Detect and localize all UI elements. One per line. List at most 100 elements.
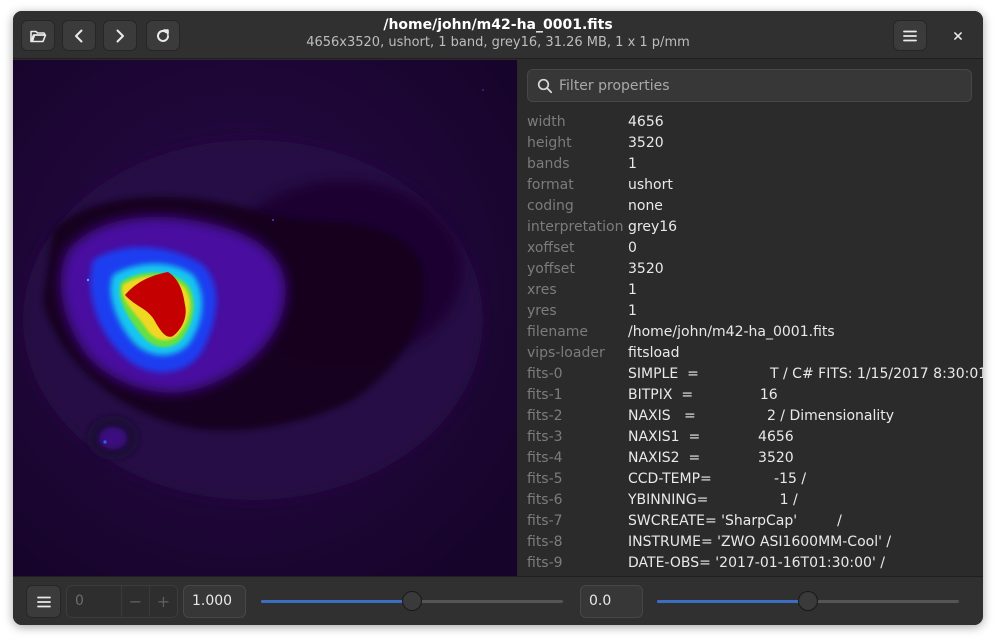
back-icon: [75, 29, 83, 42]
menu-icon: [36, 596, 51, 607]
page-increment-button[interactable]: +: [149, 586, 177, 617]
bottom-toolbar: 0 − + 1.000 0.0: [13, 576, 983, 625]
property-key: format: [527, 177, 574, 193]
property-row: xres 1: [527, 280, 983, 301]
image-view[interactable]: [13, 60, 517, 576]
search-icon: [537, 78, 553, 93]
close-icon: [954, 31, 962, 40]
property-value: grey16: [628, 219, 678, 235]
close-button[interactable]: [942, 20, 974, 51]
page-value: 0: [75, 593, 84, 609]
scale-slider-knob[interactable]: [402, 591, 422, 611]
property-key: height: [527, 135, 572, 151]
offset-slider-knob[interactable]: [798, 591, 818, 611]
property-value: INSTRUME= 'ZWO ASI1600MM-Cool' /: [628, 534, 892, 550]
property-row: fits-4 NAXIS2 = 3520: [527, 448, 983, 469]
property-list: width 4656 height 3520 bands 1 format ushort cod…: [527, 112, 983, 574]
property-key: xres: [527, 282, 557, 298]
property-value: NAXIS = 2 / Dimensionality: [628, 408, 895, 424]
property-value: SWCREATE= 'SharpCap' /: [628, 513, 842, 529]
property-value: 3520: [628, 261, 664, 277]
property-row: bands 1: [527, 154, 983, 175]
reload-button[interactable]: [146, 20, 180, 51]
property-row: fits-8 INSTRUME= 'ZWO ASI1600MM-Cool' /: [527, 532, 983, 553]
page-decrement-button[interactable]: −: [121, 586, 149, 617]
property-row: yres 1: [527, 301, 983, 322]
property-value: fitsload: [628, 345, 680, 361]
property-row: fits-7 SWCREATE= 'SharpCap' /: [527, 511, 983, 532]
property-row: fits-2 NAXIS = 2 / Dimensionality: [527, 406, 983, 427]
property-row: fits-1 BITPIX = 16: [527, 385, 983, 406]
property-value: SIMPLE = T / C# FITS: 1/15/2017 8:30:01 …: [628, 366, 983, 382]
property-value: /home/john/m42-ha_0001.fits: [628, 324, 835, 340]
property-row: fits-3 NAXIS1 = 4656: [527, 427, 983, 448]
property-row: vips-loader fitsload: [527, 343, 983, 364]
filter-box[interactable]: [527, 69, 972, 102]
property-value: 3520: [628, 135, 664, 151]
offset-slider[interactable]: [657, 591, 959, 611]
property-value: ushort: [628, 177, 673, 193]
property-key: fits-3: [527, 429, 563, 445]
property-key: fits-0: [527, 366, 563, 382]
property-value: NAXIS1 = 4656: [628, 429, 794, 445]
title-area: /home/john/m42-ha_0001.fits 4656x3520, u…: [203, 16, 793, 52]
property-key: fits-1: [527, 387, 563, 403]
scale-slider-fill: [261, 600, 412, 603]
menu-icon: [903, 30, 917, 41]
property-value: CCD-TEMP= -15 /: [628, 471, 807, 487]
page-spinner[interactable]: 0 − +: [66, 585, 178, 618]
open-folder-icon: [30, 30, 47, 42]
property-value: YBINNING= 1 /: [628, 492, 798, 508]
header-bar: /home/john/m42-ha_0001.fits 4656x3520, u…: [13, 11, 983, 59]
offset-field[interactable]: 0.0: [580, 585, 643, 618]
property-key: interpretation: [527, 219, 624, 235]
property-key: fits-8: [527, 534, 563, 550]
filter-input[interactable]: [559, 77, 959, 94]
property-row: fits-0 SIMPLE = T / C# FITS: 1/15/2017 8:…: [527, 364, 983, 385]
property-value: DATE-OBS= '2017-01-16T01:30:00' /: [628, 555, 885, 571]
property-row: format ushort: [527, 175, 983, 196]
open-file-button[interactable]: [21, 20, 55, 51]
property-row: filename/home/john/m42-ha_0001.fits: [527, 322, 983, 343]
property-row: fits-6 YBINNING= 1 /: [527, 490, 983, 511]
property-key: fits-6: [527, 492, 563, 508]
property-key: bands: [527, 156, 570, 172]
property-value: 0: [628, 240, 637, 256]
property-key: fits-2: [527, 408, 563, 424]
property-value: none: [628, 198, 663, 214]
offset-slider-fill: [657, 600, 808, 603]
property-row: interpretation grey16: [527, 217, 983, 238]
forward-button[interactable]: [103, 20, 137, 51]
app-window: /home/john/m42-ha_0001.fits 4656x3520, u…: [13, 11, 983, 625]
window-title: /home/john/m42-ha_0001.fits: [383, 17, 613, 33]
property-row: xoffset 0: [527, 238, 983, 259]
property-row: yoffset 3520: [527, 259, 983, 280]
property-row: fits-5 CCD-TEMP= -15 /: [527, 469, 983, 490]
property-value: 1: [628, 303, 637, 319]
property-key: coding: [527, 198, 574, 214]
property-value: NAXIS2 = 3520: [628, 450, 794, 466]
scale-slider[interactable]: [261, 591, 563, 611]
property-key: yoffset: [527, 261, 575, 277]
property-key: vips-loader: [527, 345, 605, 361]
property-row: coding none: [527, 196, 983, 217]
image-info: 4656x3520, ushort, 1 band, grey16, 31.26…: [306, 35, 690, 50]
back-button[interactable]: [62, 20, 96, 51]
property-key: width: [527, 114, 566, 130]
property-value: 1: [628, 156, 637, 172]
main-menu-button[interactable]: [893, 20, 927, 51]
property-key: fits-7: [527, 513, 563, 529]
property-value: BITPIX = 16: [628, 387, 778, 403]
property-key: fits-5: [527, 471, 563, 487]
property-key: fits-9: [527, 555, 563, 571]
properties-panel: width 4656 height 3520 bands 1 format ushort cod…: [517, 60, 983, 576]
property-row: height 3520: [527, 133, 983, 154]
reload-icon: [157, 28, 169, 42]
forward-icon: [116, 29, 124, 42]
scale-field[interactable]: 1.000: [183, 585, 246, 618]
property-key: yres: [527, 303, 557, 319]
nebula-image: [13, 60, 517, 576]
view-menu-button[interactable]: [26, 585, 61, 618]
property-key: xoffset: [527, 240, 575, 256]
property-value: 1: [628, 282, 637, 298]
